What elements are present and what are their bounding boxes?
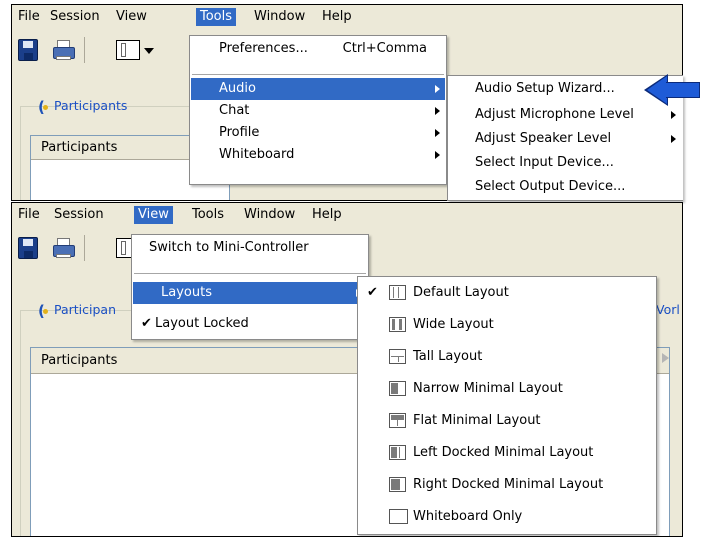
menu-file[interactable]: File [14,206,44,224]
menu-item-wide-layout[interactable]: Wide Layout [359,314,655,336]
participants-icon [38,302,50,320]
menu-item-chat[interactable]: Chat [191,100,445,122]
whiteboard-tab-fragment[interactable]: Vorl [656,302,680,317]
menu-item-right-docked-layout[interactable]: Right Docked Minimal Layout [359,474,655,496]
layouts-submenu: ✔ Default Layout Wide Layout Tall Layout… [357,276,657,535]
menu-help[interactable]: Help [308,206,346,224]
menu-item-flat-minimal-layout[interactable]: Flat Minimal Layout [359,410,655,432]
wide-layout-icon [389,317,406,332]
menu-session[interactable]: Session [46,8,104,26]
narrow-minimal-layout-icon [389,381,406,396]
menu-item-left-docked-layout[interactable]: Left Docked Minimal Layout [359,442,655,464]
menu-item-preferences[interactable]: Preferences... Ctrl+Comma [191,38,445,60]
scroll-right-icon[interactable] [662,353,669,363]
chevron-right-icon [671,135,676,143]
save-icon[interactable] [18,39,38,61]
arrow-left-icon-fill [647,76,667,104]
chevron-right-icon [435,85,440,93]
menu-help[interactable]: Help [318,8,356,26]
whiteboard-only-icon [389,509,408,524]
group-border-left [20,106,21,200]
tall-layout-icon [389,349,406,364]
participants-icon [38,98,50,116]
menu-item-adjust-speaker[interactable]: Adjust Speaker Level [449,128,682,150]
menu-item-whiteboard-only[interactable]: Whiteboard Only [359,506,655,528]
menu-item-select-input[interactable]: Select Input Device... [449,152,682,174]
menu-bar: File Session View Tools Window Help [12,5,682,29]
view-menu: Switch to Mini-Controller Layouts ✔ Layo… [131,234,369,340]
menu-item-default-layout[interactable]: ✔ Default Layout [359,282,655,304]
menu-bar: File Session View Tools Window Help [12,203,682,227]
flat-minimal-layout-icon [389,413,406,428]
chevron-right-icon [435,107,440,115]
menu-item-narrow-minimal-layout[interactable]: Narrow Minimal Layout [359,378,655,400]
toolbar-separator [84,37,85,63]
print-icon[interactable] [52,237,76,259]
menu-session[interactable]: Session [50,206,108,224]
menu-tools[interactable]: Tools [188,206,228,224]
menu-separator [192,74,444,75]
menu-item-tall-layout[interactable]: Tall Layout [359,346,655,368]
list-header-label: Participants [41,353,118,368]
menu-item-switch-mini-controller[interactable]: Switch to Mini-Controller [133,237,367,259]
list-header-label: Participants [41,140,118,155]
chevron-right-icon [435,129,440,137]
tools-menu: Preferences... Ctrl+Comma Audio Chat Pro… [189,35,447,185]
chevron-right-icon [435,151,440,159]
participants-tab[interactable]: Participan [54,302,116,317]
check-icon: ✔ [141,316,152,331]
print-icon[interactable] [52,39,76,61]
menu-file[interactable]: File [14,8,44,26]
menu-tools[interactable]: Tools [196,8,237,26]
menu-item-whiteboard[interactable]: Whiteboard [191,144,445,166]
menu-view[interactable]: View [112,8,151,26]
menu-item-layout-locked[interactable]: ✔ Layout Locked [133,313,367,335]
layout-icon[interactable] [116,40,140,60]
check-icon: ✔ [367,285,378,300]
group-border-left [20,310,21,536]
participants-tab[interactable]: Participants [54,98,127,113]
chevron-right-icon [671,111,676,119]
menu-item-profile[interactable]: Profile [191,122,445,144]
menu-item-audio[interactable]: Audio [191,78,445,100]
menu-item-layouts[interactable]: Layouts [133,282,367,304]
menu-separator [134,273,366,274]
menu-view[interactable]: View [134,206,173,224]
menu-item-select-output[interactable]: Select Output Device... [449,176,682,200]
save-icon[interactable] [18,237,38,259]
menu-window[interactable]: Window [240,206,299,224]
toolbar-separator [84,235,85,261]
chevron-down-icon[interactable] [144,48,154,54]
left-docked-layout-icon [389,445,406,460]
menu-window[interactable]: Window [250,8,309,26]
right-docked-layout-icon [389,477,406,492]
arrow-shaft [666,82,700,98]
default-layout-icon [389,285,406,300]
menu-item-adjust-microphone[interactable]: Adjust Microphone Level [449,104,682,126]
